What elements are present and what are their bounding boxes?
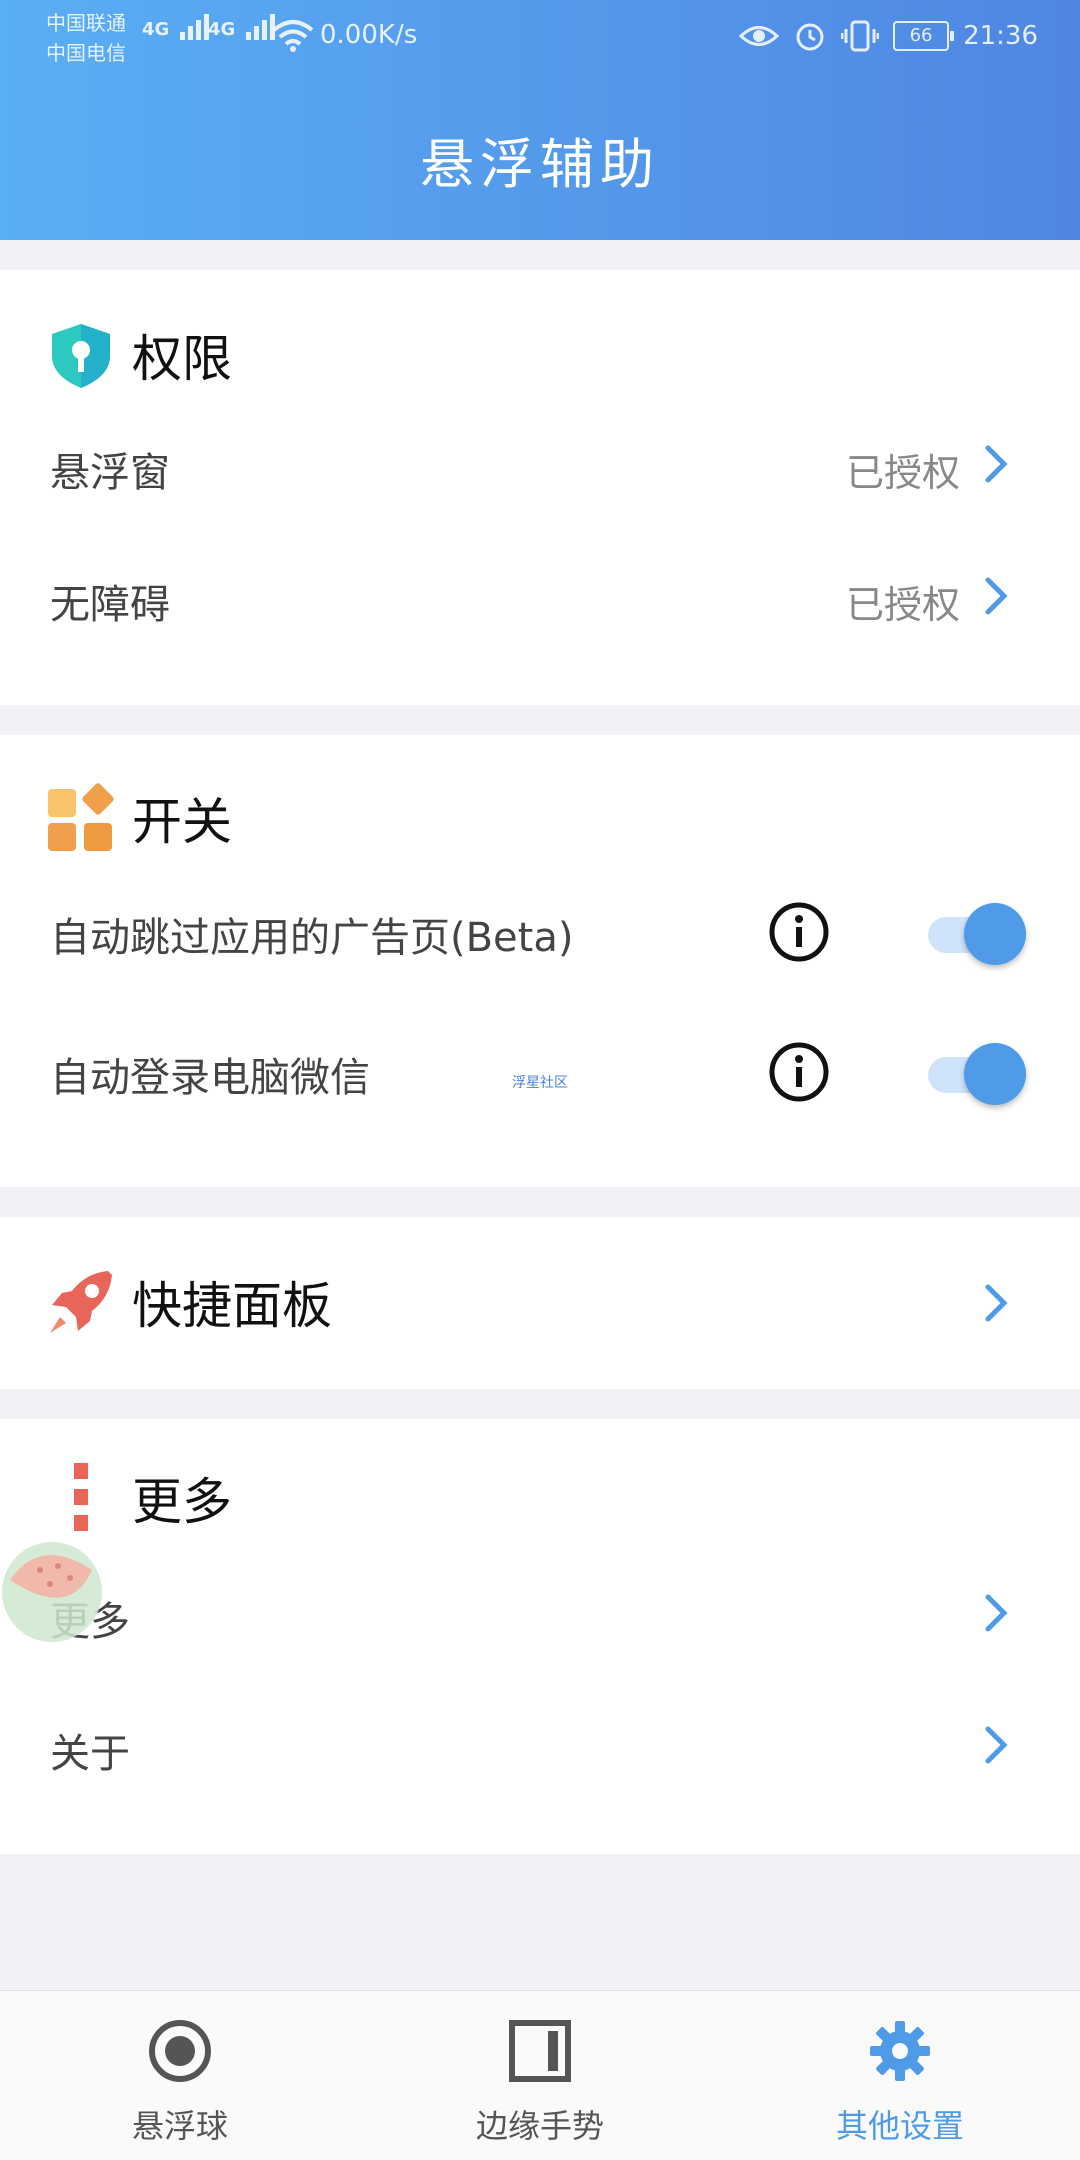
carrier-2: 中国电信: [46, 41, 126, 65]
tab-label: 悬浮球: [131, 2107, 228, 2145]
battery-icon: 66: [893, 21, 955, 51]
toggle-knob: [964, 903, 1026, 965]
floating-ball-icon[interactable]: [0, 1540, 104, 1644]
edge-panel-icon: [509, 2020, 571, 2082]
apps-grid-icon: [48, 783, 114, 851]
more-header: 更多: [46, 1463, 232, 1533]
permissions-card: 权限 悬浮窗 已授权 无障碍 已授权: [0, 270, 1080, 705]
switches-header: 开关: [46, 783, 232, 853]
bottom-tab-bar: 悬浮球 边缘手势 其他设置: [0, 1990, 1080, 2160]
status-icons: 66 21:36: [739, 16, 1038, 56]
quick-panel-card[interactable]: 快捷面板: [0, 1217, 1080, 1389]
section-title-quick-panel: 快捷面板: [132, 1277, 332, 1335]
vibrate-icon: [841, 20, 880, 52]
vertical-dots-icon: [74, 1463, 88, 1531]
permission-row-overlay[interactable]: 悬浮窗 已授权: [0, 410, 1080, 520]
tab-other-settings[interactable]: 其他设置: [720, 1991, 1080, 2160]
switches-card: 开关 自动跳过应用的广告页(Beta) 自动登录电脑微信: [0, 735, 1080, 1187]
rocket-icon: [50, 1271, 112, 1333]
permission-row-accessibility[interactable]: 无障碍 已授权: [0, 542, 1080, 652]
tab-label: 边缘手势: [475, 2107, 604, 2145]
signal-bars-icon: [179, 14, 212, 40]
alarm-icon: [796, 23, 824, 51]
more-row-more[interactable]: 更多: [0, 1559, 1080, 1669]
toggle-knob: [964, 1043, 1026, 1105]
switch-row-wechat-login: 自动登录电脑微信: [0, 1015, 1080, 1125]
tab-label: 其他设置: [835, 2107, 964, 2145]
network-speed: 0.00K/s: [320, 20, 418, 50]
record-icon: [149, 2020, 211, 2082]
more-row-about[interactable]: 关于: [0, 1691, 1080, 1801]
row-label: 自动跳过应用的广告页(Beta): [50, 915, 574, 961]
info-icon[interactable]: [768, 901, 830, 963]
tab-edge-gesture[interactable]: 边缘手势: [360, 1991, 720, 2160]
eye-icon: [739, 26, 780, 46]
chevron-right-icon: [985, 1594, 1008, 1632]
signal-1: 4G: [142, 14, 212, 40]
section-title-more: 更多: [132, 1473, 232, 1531]
row-label: 自动登录电脑微信: [50, 1055, 370, 1101]
chevron-right-icon: [985, 1726, 1008, 1764]
row-label: 无障碍: [50, 582, 170, 628]
row-status: 已授权: [845, 451, 960, 495]
signal-2: 4G: [208, 14, 278, 40]
app-header: 中国联通 中国电信 4G 4G 0.00K/s 66 21:36 悬浮辅助: [0, 0, 1080, 240]
wechat-login-toggle[interactable]: [928, 1043, 1026, 1105]
clock: 21:36: [963, 21, 1038, 51]
row-label: 悬浮窗: [50, 450, 170, 496]
row-label: 关于: [50, 1731, 130, 1777]
page-title: 悬浮辅助: [420, 133, 660, 196]
section-title-switches: 开关: [132, 793, 232, 851]
carrier-names: 中国联通 中国电信: [46, 8, 126, 68]
chevron-right-icon: [985, 1284, 1008, 1322]
chevron-right-icon: [985, 445, 1008, 483]
status-bar: 中国联通 中国电信 4G 4G 0.00K/s 66 21:36: [0, 0, 1080, 72]
section-title-permissions: 权限: [132, 330, 232, 388]
row-status: 已授权: [845, 583, 960, 627]
tab-floating-ball[interactable]: 悬浮球: [0, 1991, 360, 2160]
skip-ads-toggle[interactable]: [928, 903, 1026, 965]
quick-panel-header: 快捷面板: [46, 1267, 332, 1337]
watermark-text: 浮星社区: [512, 1075, 568, 1091]
carrier-1: 中国联通: [46, 11, 126, 35]
switch-row-skip-ads: 自动跳过应用的广告页(Beta): [0, 875, 1080, 985]
info-icon[interactable]: [768, 1041, 830, 1103]
more-card: 更多 更多 关于: [0, 1419, 1080, 1854]
permissions-header: 权限: [46, 320, 232, 390]
gear-icon: [870, 2021, 930, 2081]
shield-key-icon: [52, 324, 110, 388]
wifi-icon: [272, 20, 314, 52]
chevron-right-icon: [985, 577, 1008, 615]
